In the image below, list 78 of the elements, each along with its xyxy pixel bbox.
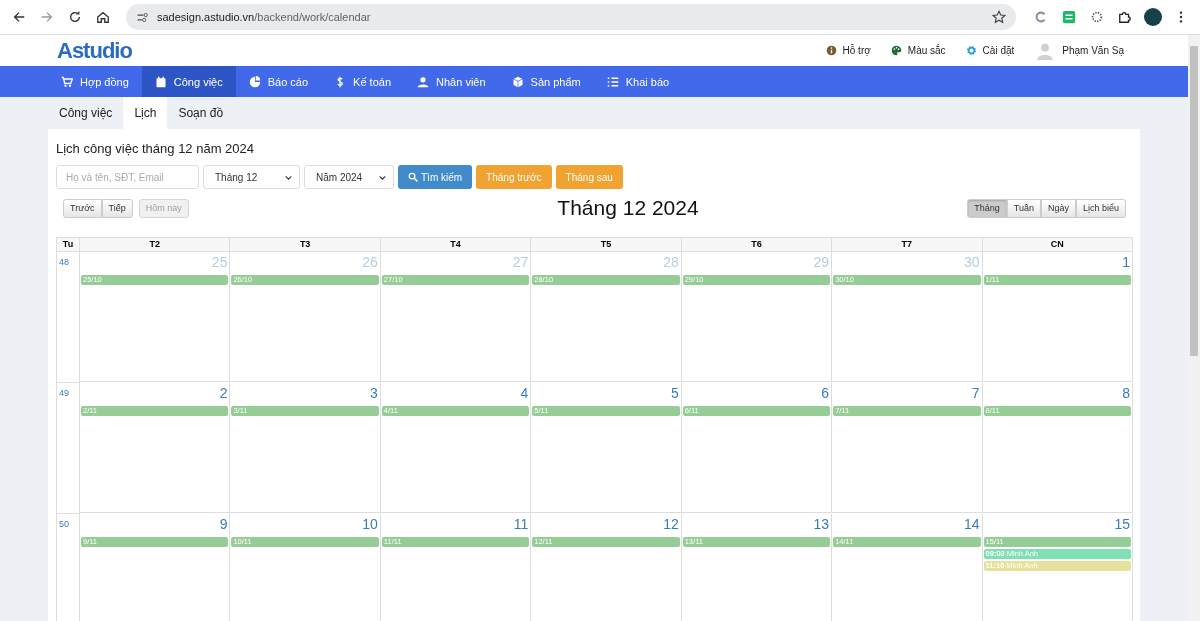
day-number[interactable]: 3 xyxy=(368,383,380,405)
day-number[interactable]: 8 xyxy=(1120,383,1132,405)
url-text: sadesign.astudio.vn/backend/work/calendar xyxy=(157,11,371,23)
list-icon xyxy=(606,75,619,88)
palette-icon xyxy=(890,45,902,56)
day-number[interactable]: 14 xyxy=(962,514,982,536)
nav-item[interactable]: Khai báo xyxy=(593,66,683,97)
cube-icon xyxy=(511,75,524,88)
nav-item[interactable]: Hợp đồng xyxy=(48,66,142,97)
view-button[interactable]: Ngày xyxy=(1040,198,1076,218)
week-number: 50 xyxy=(59,519,69,529)
sub-tab[interactable]: Công việc xyxy=(48,97,124,129)
settings-icon xyxy=(965,45,977,56)
week-number: 49 xyxy=(59,388,69,398)
search-icon xyxy=(408,172,418,182)
day-number[interactable]: 10 xyxy=(360,514,380,536)
header-link[interactable]: Cài đặt xyxy=(982,45,1015,56)
sub-tab[interactable]: Lịch xyxy=(123,97,168,129)
home-icon xyxy=(96,10,110,24)
extension-icon xyxy=(1090,10,1104,24)
day-number[interactable]: 6 xyxy=(819,383,832,405)
nav-item[interactable]: Công việc xyxy=(141,66,236,97)
column-header: T7 xyxy=(832,237,983,252)
address-bar[interactable]: sadesign.astudio.vn/backend/work/calendar xyxy=(126,4,1016,30)
day-number[interactable]: 4 xyxy=(518,383,531,405)
forward-icon xyxy=(40,10,54,24)
user-name[interactable]: Phạm Văn Sạ xyxy=(1062,45,1124,56)
back-icon xyxy=(12,10,26,24)
search-button[interactable]: Tìm kiếm xyxy=(398,165,473,189)
day-number[interactable]: 1 xyxy=(1120,252,1132,274)
extension-icon xyxy=(1034,10,1048,24)
year-select[interactable]: Năm 2024 xyxy=(304,165,394,189)
week-number: 48 xyxy=(59,257,69,267)
sub-tab[interactable]: Soạn đồ xyxy=(167,97,235,129)
column-header: T2 xyxy=(80,237,231,252)
reload-icon xyxy=(68,10,82,24)
cart-icon xyxy=(61,75,73,88)
header-link[interactable]: Màu sắc xyxy=(907,45,946,56)
avatar-icon xyxy=(1036,41,1055,60)
column-header: CN xyxy=(982,237,1133,252)
profile-avatar[interactable] xyxy=(1144,8,1162,26)
column-header: T4 xyxy=(380,237,532,252)
nav-item[interactable]: Nhân viên xyxy=(404,66,499,97)
scrollbar[interactable] xyxy=(1188,36,1200,621)
day-number[interactable]: 5 xyxy=(668,383,681,405)
user-icon xyxy=(417,75,430,88)
view-button[interactable]: Lịch biểu xyxy=(1075,198,1126,218)
puzzle-icon xyxy=(1118,10,1132,24)
page-title: Lịch công việc tháng 12 năm 2024 xyxy=(56,141,256,156)
info-icon xyxy=(825,45,837,56)
column-header: T5 xyxy=(531,237,682,252)
day-number[interactable]: 9 xyxy=(217,514,230,536)
logo[interactable]: Astudio xyxy=(57,37,132,64)
month-select[interactable]: Tháng 12 xyxy=(203,165,300,189)
view-button[interactable]: Tuần xyxy=(1006,198,1041,218)
column-header: Tu xyxy=(57,237,80,252)
star-icon xyxy=(992,10,1006,24)
view-button[interactable]: Tháng xyxy=(967,198,1007,218)
nav-item[interactable]: Kế toán xyxy=(321,66,405,97)
column-header: T3 xyxy=(230,237,381,252)
extension-icon xyxy=(1062,10,1076,24)
next-button[interactable]: Tiếp xyxy=(101,198,133,218)
nav-item[interactable]: Báo cáo xyxy=(235,66,322,97)
previous-button[interactable]: Trước xyxy=(63,198,102,218)
pie-chart-icon xyxy=(248,75,261,88)
day-number[interactable]: 15 xyxy=(1112,514,1132,536)
column-header: T6 xyxy=(681,237,833,252)
day-number[interactable]: 11 xyxy=(511,514,531,536)
day-number[interactable]: 12 xyxy=(661,514,681,536)
header-link[interactable]: Hỗ trợ xyxy=(842,45,871,56)
site-settings-icon xyxy=(136,10,149,24)
search-field[interactable]: Họ và tên, SĐT, Email xyxy=(56,165,199,189)
day-number[interactable]: 7 xyxy=(969,383,982,405)
calendar-title: Tháng 12 2024 xyxy=(557,196,699,219)
day-number[interactable]: 13 xyxy=(811,514,832,536)
calendar-icon xyxy=(154,75,167,88)
nav-item[interactable]: Sản phẩm xyxy=(498,66,594,97)
day-number[interactable]: 2 xyxy=(217,383,230,405)
